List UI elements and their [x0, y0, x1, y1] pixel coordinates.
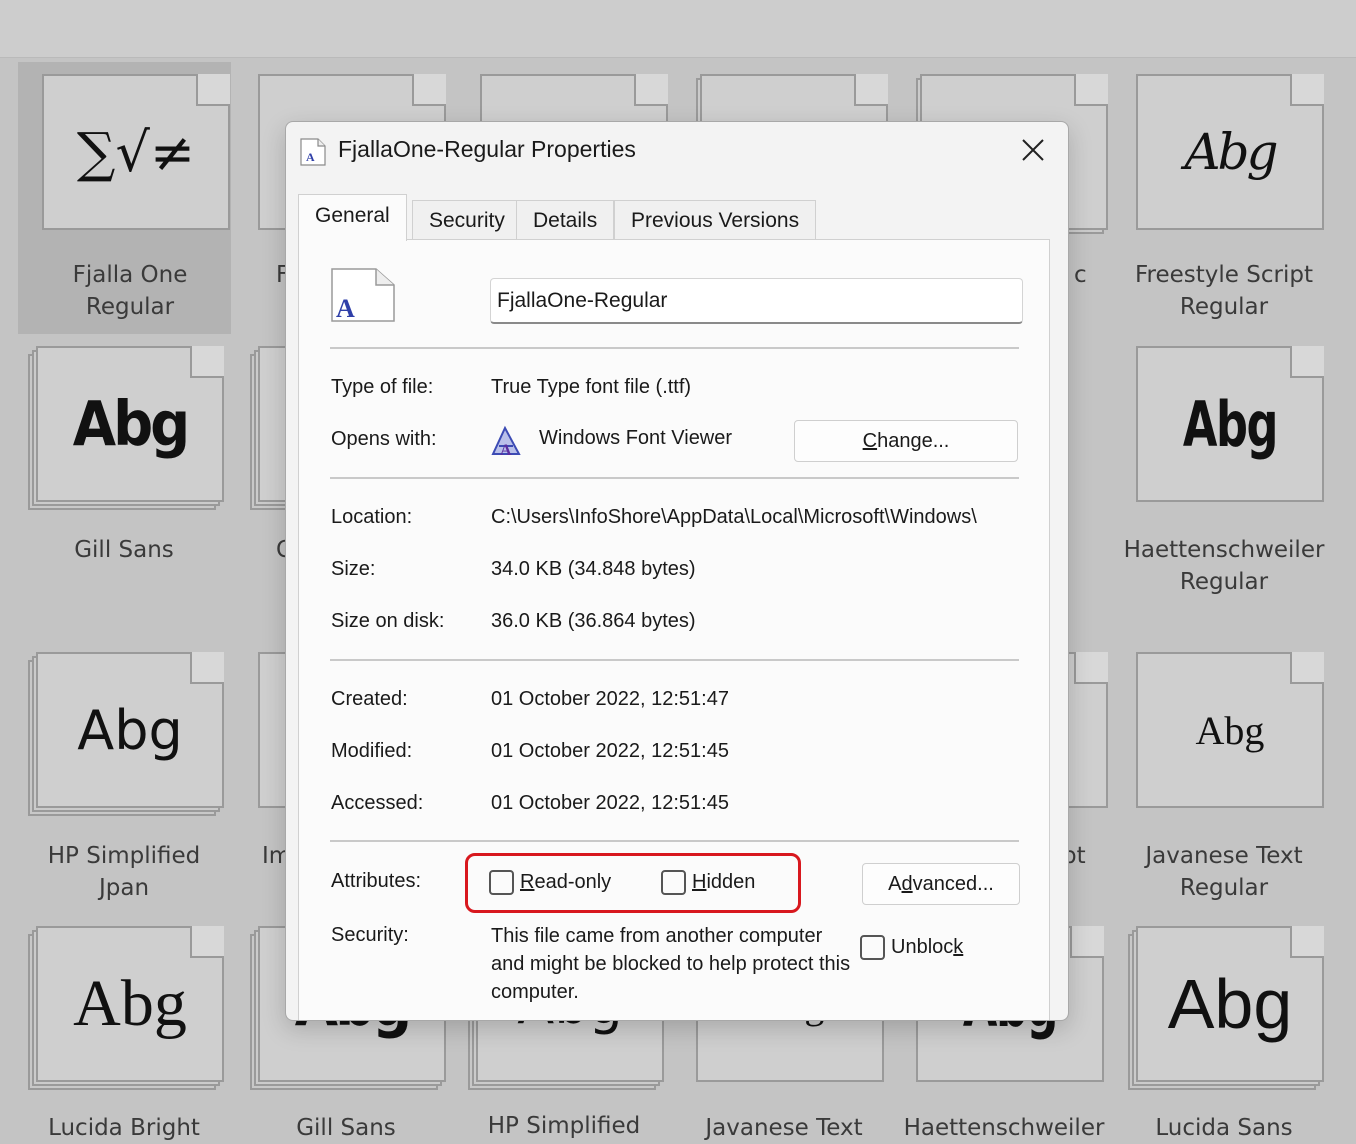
- tile-label: Gill Sans: [74, 537, 174, 563]
- tile-label: Lucida Bright: [48, 1115, 200, 1141]
- font-file-icon: Abg: [1128, 346, 1324, 506]
- font-file-icon: Abg: [28, 652, 224, 816]
- opens-with-value: Windows Font Viewer: [539, 427, 733, 449]
- accessed-value: 01 October 2022, 12:51:45: [491, 792, 729, 814]
- font-file-icon: ∑√≠: [34, 74, 230, 234]
- type-of-file-value: True Type font file (.ttf): [491, 376, 692, 398]
- divider: [330, 659, 1019, 661]
- tile-label: Lucida Sans: [1155, 1115, 1293, 1141]
- close-button[interactable]: [1010, 128, 1056, 172]
- checkbox-box[interactable]: [860, 935, 885, 960]
- tile-label: HP Simplified: [487, 1113, 641, 1139]
- explorer-top-area: [0, 0, 1356, 58]
- checkbox-box[interactable]: [661, 870, 686, 895]
- opens-with-label: Opens with:: [331, 428, 437, 450]
- read-only-checkbox[interactable]: Read-only: [489, 870, 611, 895]
- advanced-button[interactable]: Advanced...: [862, 863, 1020, 905]
- properties-dialog: A FjallaOne-Regular Properties General S…: [285, 121, 1069, 1021]
- font-sample: Abg: [77, 698, 183, 762]
- tile-label: Fjalla One Regular: [72, 262, 188, 320]
- font-sample: Abg: [72, 388, 191, 460]
- size-on-disk-label: Size on disk:: [331, 610, 445, 632]
- tile-label: Javanese Text: [705, 1115, 863, 1141]
- close-icon: [1022, 139, 1044, 161]
- tab-security[interactable]: Security: [412, 200, 522, 240]
- tile-label: Gill Sans: [296, 1115, 396, 1141]
- type-of-file-label: Type of file:: [331, 376, 434, 398]
- modified-label: Modified:: [331, 740, 413, 762]
- font-sample: Abg: [1167, 965, 1293, 1043]
- size-on-disk-value: 36.0 KB (36.864 bytes): [491, 610, 696, 632]
- tab-details[interactable]: Details: [516, 200, 615, 240]
- unblock-label: Unblock: [891, 936, 964, 958]
- font-sample: Abg: [73, 967, 187, 1040]
- font-sample: Abg: [1195, 707, 1265, 753]
- tab-previous-versions[interactable]: Previous Versions: [614, 200, 817, 240]
- security-message: This file came from another computer and…: [491, 925, 851, 1003]
- tile-label: Haettenschweiler Regular: [1123, 537, 1325, 595]
- tile-label: Freestyle Script Regular: [1135, 262, 1313, 320]
- security-label: Security:: [331, 924, 409, 946]
- general-tab-panel: A Type of file: True Type font file (.tt…: [298, 239, 1050, 1020]
- dialog-titlebar[interactable]: A FjallaOne-Regular Properties: [286, 122, 1068, 180]
- tile-label: Haettenschweiler: [903, 1115, 1105, 1141]
- hidden-checkbox[interactable]: Hidden: [661, 870, 755, 895]
- font-sample: Abg: [1184, 123, 1278, 181]
- modified-value: 01 October 2022, 12:51:45: [491, 740, 729, 762]
- created-value: 01 October 2022, 12:51:47: [491, 688, 729, 710]
- location-label: Location:: [331, 506, 413, 528]
- size-label: Size:: [331, 558, 376, 580]
- accessed-label: Accessed:: [331, 792, 424, 814]
- checkbox-box[interactable]: [489, 870, 514, 895]
- font-file-icon: Abg: [1128, 74, 1324, 234]
- divider: [330, 477, 1019, 479]
- divider: [330, 840, 1019, 842]
- font-viewer-icon: A: [491, 425, 521, 458]
- tile-label: Javanese Text Regular: [1145, 843, 1303, 901]
- svg-text:A: A: [500, 442, 512, 458]
- location-value: C:\Users\InfoShore\AppData\Local\Microso…: [491, 506, 977, 528]
- font-file-large-icon: A: [331, 268, 395, 323]
- font-file-icon: A: [300, 138, 326, 166]
- size-value: 34.0 KB (34.848 bytes): [491, 558, 696, 580]
- font-file-icon: Abg: [1128, 926, 1324, 1090]
- svg-text:A: A: [336, 294, 355, 323]
- attributes-label: Attributes:: [331, 870, 422, 892]
- unblock-checkbox[interactable]: Unblock: [860, 935, 963, 960]
- dialog-title: FjallaOne-Regular Properties: [338, 136, 636, 162]
- svg-text:A: A: [306, 150, 315, 164]
- created-label: Created:: [331, 688, 408, 710]
- font-file-icon: Abg: [28, 346, 224, 510]
- font-file-icon: Abg: [1128, 652, 1324, 812]
- hidden-label: Hidden: [692, 871, 756, 893]
- font-sample: ∑√≠: [76, 120, 196, 184]
- read-only-label: Read-only: [520, 871, 612, 893]
- tab-general[interactable]: General: [298, 194, 407, 241]
- file-name-field[interactable]: [490, 278, 1023, 324]
- font-file-icon: Abg: [28, 926, 224, 1090]
- divider: [330, 347, 1019, 349]
- tile-label: HP Simplified Jpan: [47, 843, 201, 901]
- change-button[interactable]: Change...: [794, 420, 1018, 462]
- font-sample: Abg: [1182, 387, 1279, 461]
